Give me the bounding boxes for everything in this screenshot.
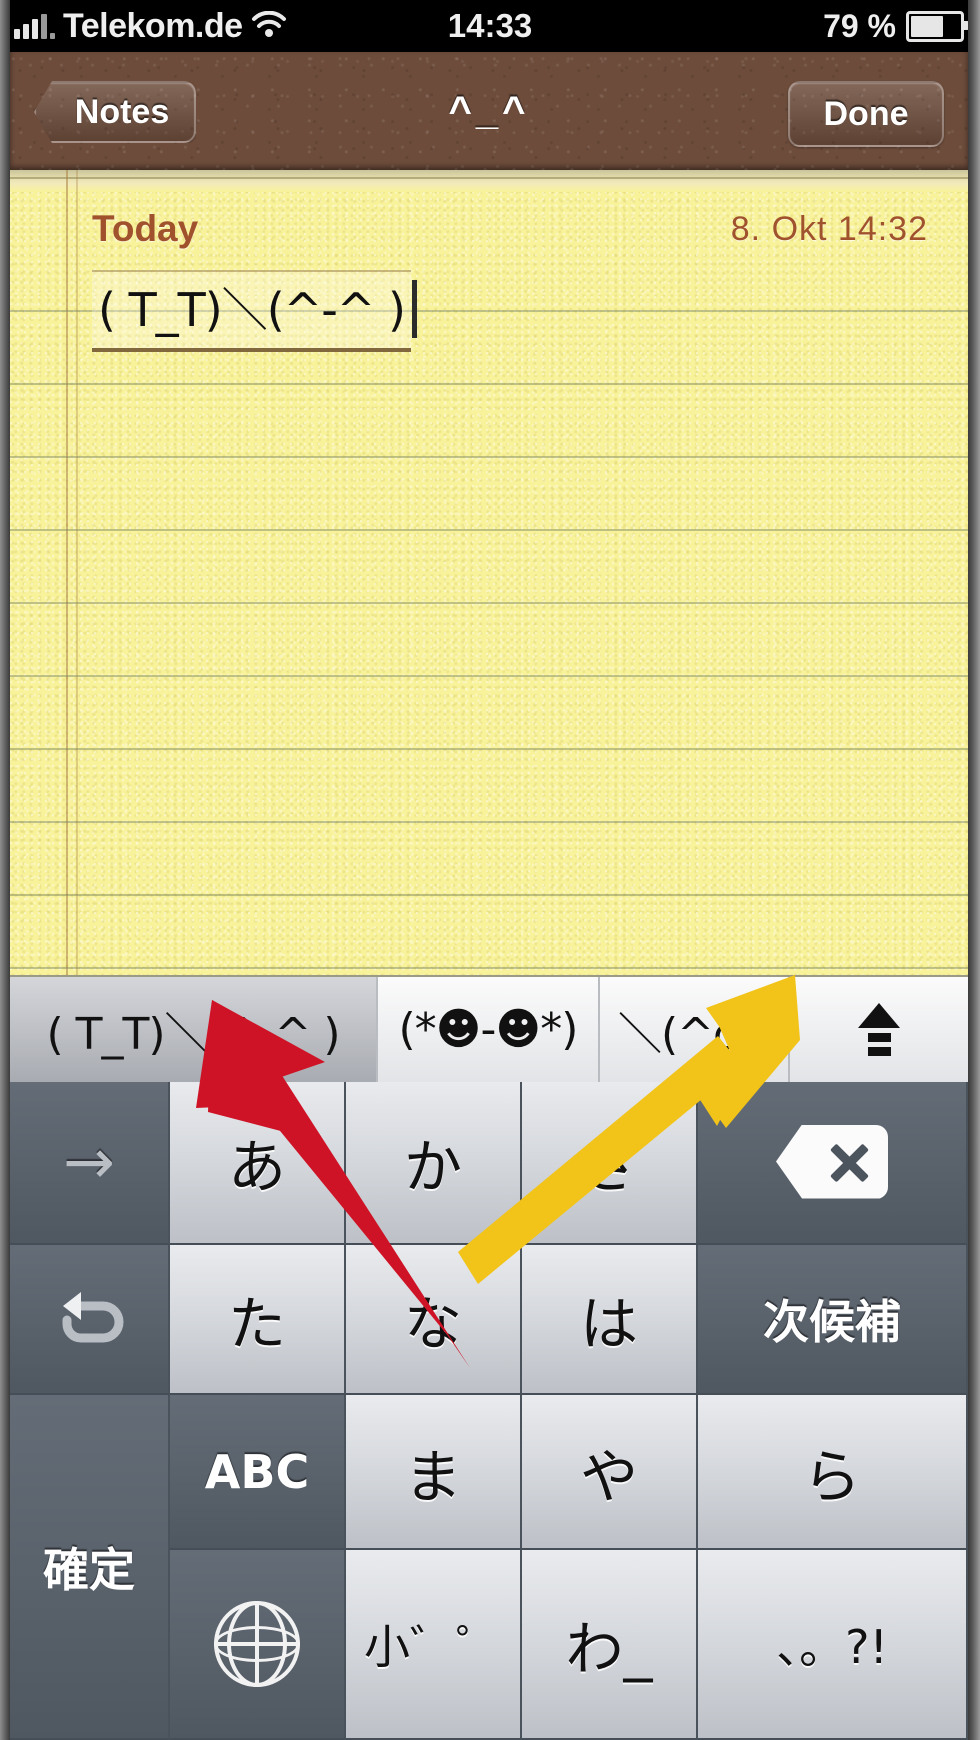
- battery-icon: [906, 10, 969, 42]
- japanese-kana-keyboard[interactable]: → あ か さ た な は 次候補 ABC ま や ら 確定 小゛゜ わ_ 、。…: [10, 1080, 968, 1740]
- status-bar: Telekom.de 14:33 79 %: [0, 0, 980, 52]
- paper-margin-line-2: [76, 170, 78, 975]
- candidate-item-1[interactable]: ( T_T)＼(^-^ ): [10, 977, 378, 1082]
- key-label: ま: [403, 1442, 462, 1511]
- key-label: た: [227, 1290, 286, 1358]
- arrow-right-icon: →: [63, 1124, 115, 1198]
- confirm-key[interactable]: 確定: [10, 1395, 170, 1740]
- globe-key[interactable]: [170, 1550, 346, 1740]
- key-ka-row[interactable]: か: [346, 1080, 522, 1245]
- key-a-row[interactable]: あ: [170, 1080, 346, 1245]
- navigation-bar: ^_^ Notes Done: [10, 52, 968, 170]
- device-bezel-left: [0, 0, 10, 1740]
- candidate-item-3[interactable]: ＼(^o: [600, 977, 790, 1082]
- iphone-screen: Telekom.de 14:33 79 % ^_^ Notes Done Tod…: [0, 0, 980, 1740]
- paper-rule: [10, 821, 968, 823]
- note-text-area[interactable]: ( T_T)＼(^-^ ): [92, 270, 417, 352]
- key-label: わ_: [565, 1615, 653, 1683]
- undo-key[interactable]: [10, 1245, 170, 1395]
- key-ma-row[interactable]: ま: [346, 1395, 522, 1550]
- paper-rule: [10, 675, 968, 677]
- candidate-label: (*☻-☻*): [398, 1004, 579, 1055]
- key-wa-row[interactable]: わ_: [522, 1550, 698, 1740]
- key-label: あ: [227, 1132, 286, 1201]
- paper-margin-line: [66, 170, 68, 975]
- note-header: Today 8. Okt 14:32: [10, 208, 968, 258]
- key-ha-row[interactable]: は: [522, 1245, 698, 1395]
- key-label: 小゛゜: [364, 1620, 502, 1674]
- backspace-icon: [776, 1124, 888, 1199]
- paper-top-edge: [10, 170, 968, 192]
- paper-rule: [10, 602, 968, 604]
- note-day-label: Today: [92, 208, 199, 249]
- key-label: な: [403, 1290, 462, 1358]
- done-button[interactable]: Done: [788, 81, 944, 147]
- back-button-label: Notes: [74, 92, 170, 131]
- key-punctuation[interactable]: 、。?!: [698, 1550, 968, 1740]
- device-bezel-right: [968, 0, 980, 1740]
- key-na-row[interactable]: な: [346, 1245, 522, 1395]
- note-date-label: 8. Okt 14:32: [730, 210, 928, 248]
- text-caret: [411, 280, 417, 338]
- paper-rule: [10, 894, 968, 896]
- key-modifier[interactable]: 小゛゜: [346, 1550, 522, 1740]
- key-ya-row[interactable]: や: [522, 1395, 698, 1550]
- paper-rule: [10, 529, 968, 531]
- battery-percent-label: 79 %: [823, 7, 896, 44]
- candidate-label: ( T_T)＼(^-^ ): [46, 1008, 340, 1060]
- undo-icon: [51, 1284, 127, 1354]
- expand-candidates-button[interactable]: [790, 977, 968, 1082]
- paper-rule: [10, 967, 968, 969]
- key-label: ABC: [204, 1444, 310, 1499]
- key-label: 次候補: [763, 1295, 901, 1349]
- key-label: ら: [802, 1442, 861, 1511]
- status-bar-right: 79 %: [823, 0, 969, 52]
- key-label: か: [403, 1132, 462, 1201]
- key-label: さ: [579, 1132, 638, 1201]
- ime-candidate-bar[interactable]: ( T_T)＼(^-^ ) (*☻-☻*) ＼(^o: [10, 975, 968, 1082]
- key-ta-row[interactable]: た: [170, 1245, 346, 1395]
- back-button[interactable]: Notes: [34, 81, 196, 143]
- paper-rule: [10, 383, 968, 385]
- delete-key[interactable]: [698, 1080, 968, 1245]
- note-editor[interactable]: Today 8. Okt 14:32 ( T_T)＼(^-^ ): [10, 170, 968, 975]
- key-sa-row[interactable]: さ: [522, 1080, 698, 1245]
- key-label: 確定: [43, 1542, 135, 1597]
- expand-candidates-icon: [858, 1003, 900, 1056]
- paper-rule: [10, 456, 968, 458]
- cursor-right-key[interactable]: →: [10, 1080, 170, 1245]
- candidate-label: ＼(^o: [618, 1008, 740, 1060]
- paper-rule: [10, 748, 968, 750]
- key-label: や: [579, 1442, 638, 1511]
- done-button-label: Done: [823, 94, 909, 133]
- key-ra-row[interactable]: ら: [698, 1395, 968, 1550]
- key-label: 、。?!: [776, 1620, 888, 1674]
- candidate-item-2[interactable]: (*☻-☻*): [378, 977, 600, 1082]
- note-composing-text: ( T_T)＼(^-^ ): [92, 270, 411, 352]
- key-label: は: [579, 1290, 638, 1358]
- globe-icon: [214, 1601, 300, 1687]
- abc-key[interactable]: ABC: [170, 1395, 346, 1550]
- next-candidate-key[interactable]: 次候補: [698, 1245, 968, 1395]
